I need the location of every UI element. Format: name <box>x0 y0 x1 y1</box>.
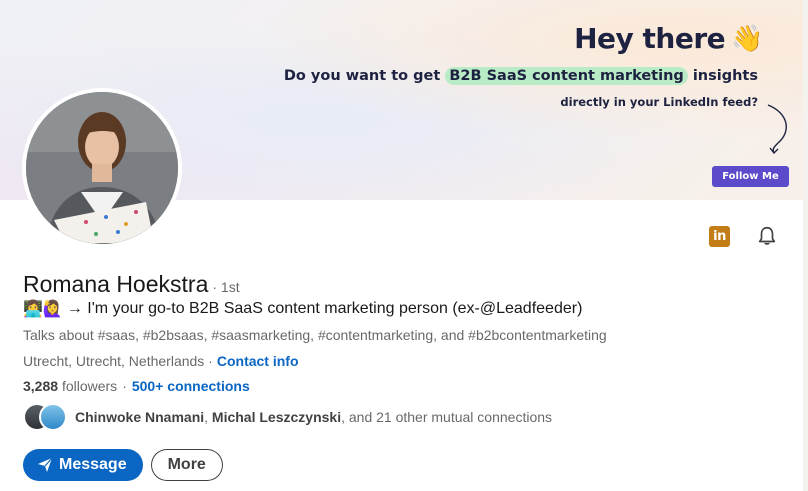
location-row: Utrecht, Utrecht, Netherlands · Contact … <box>23 353 299 369</box>
profile-avatar[interactable] <box>22 88 182 248</box>
followers-count: 3,288 <box>23 378 59 394</box>
profile-actions: Message More <box>23 449 223 481</box>
banner-highlight: B2B SaaS content marketing <box>445 67 688 85</box>
message-button[interactable]: Message <box>23 449 143 481</box>
banner-pitch-line2: directly in your LinkedIn feed? <box>560 95 758 109</box>
banner-pitch: Do you want to get B2B SaaS content mark… <box>283 67 758 85</box>
headline-text: → I'm your go-to B2B SaaS content market… <box>66 300 583 317</box>
name-row: Romana Hoekstra · 1st <box>23 271 240 298</box>
curved-arrow-icon <box>767 104 787 155</box>
stats-separator: · <box>122 378 127 394</box>
followers[interactable]: 3,288 followers <box>23 378 117 394</box>
wave-icon: 👋 <box>731 23 763 54</box>
mutual-connections[interactable]: Chinwoke Nnamani, Michal Leszczynski, an… <box>23 403 552 431</box>
headline-emoji-icon: 👩‍💻🙋‍♀️ <box>23 301 63 318</box>
avatar <box>39 403 67 431</box>
mutual-avatars <box>23 403 69 431</box>
banner-follow-me-button: Follow Me <box>712 166 789 187</box>
profile-photo <box>26 92 178 244</box>
profile-name: Romana Hoekstra <box>23 271 209 297</box>
talks-about: Talks about #saas, #b2bsaas, #saasmarket… <box>23 327 607 343</box>
connections-link[interactable]: 500+ connections <box>132 378 250 394</box>
connection-degree: · 1st <box>212 279 240 295</box>
mutual-text: Chinwoke Nnamani, Michal Leszczynski, an… <box>75 409 553 425</box>
more-button[interactable]: More <box>150 449 223 481</box>
contact-info-link[interactable]: Contact info <box>217 353 299 369</box>
bell-icon[interactable] <box>756 225 778 247</box>
profile-photo-illustration <box>26 92 178 244</box>
profile-headline: 👩‍💻🙋‍♀️ → I'm your go-to B2B SaaS conten… <box>23 299 582 319</box>
profile-card: Hey there 👋 Do you want to get B2B SaaS … <box>0 0 803 491</box>
send-icon <box>38 457 53 472</box>
linkedin-icon[interactable]: in <box>709 226 730 247</box>
location: Utrecht, Utrecht, Netherlands · <box>23 353 213 369</box>
stats-row: 3,288 followers · 500+ connections <box>23 378 250 394</box>
banner-greeting: Hey there 👋 <box>574 22 763 55</box>
